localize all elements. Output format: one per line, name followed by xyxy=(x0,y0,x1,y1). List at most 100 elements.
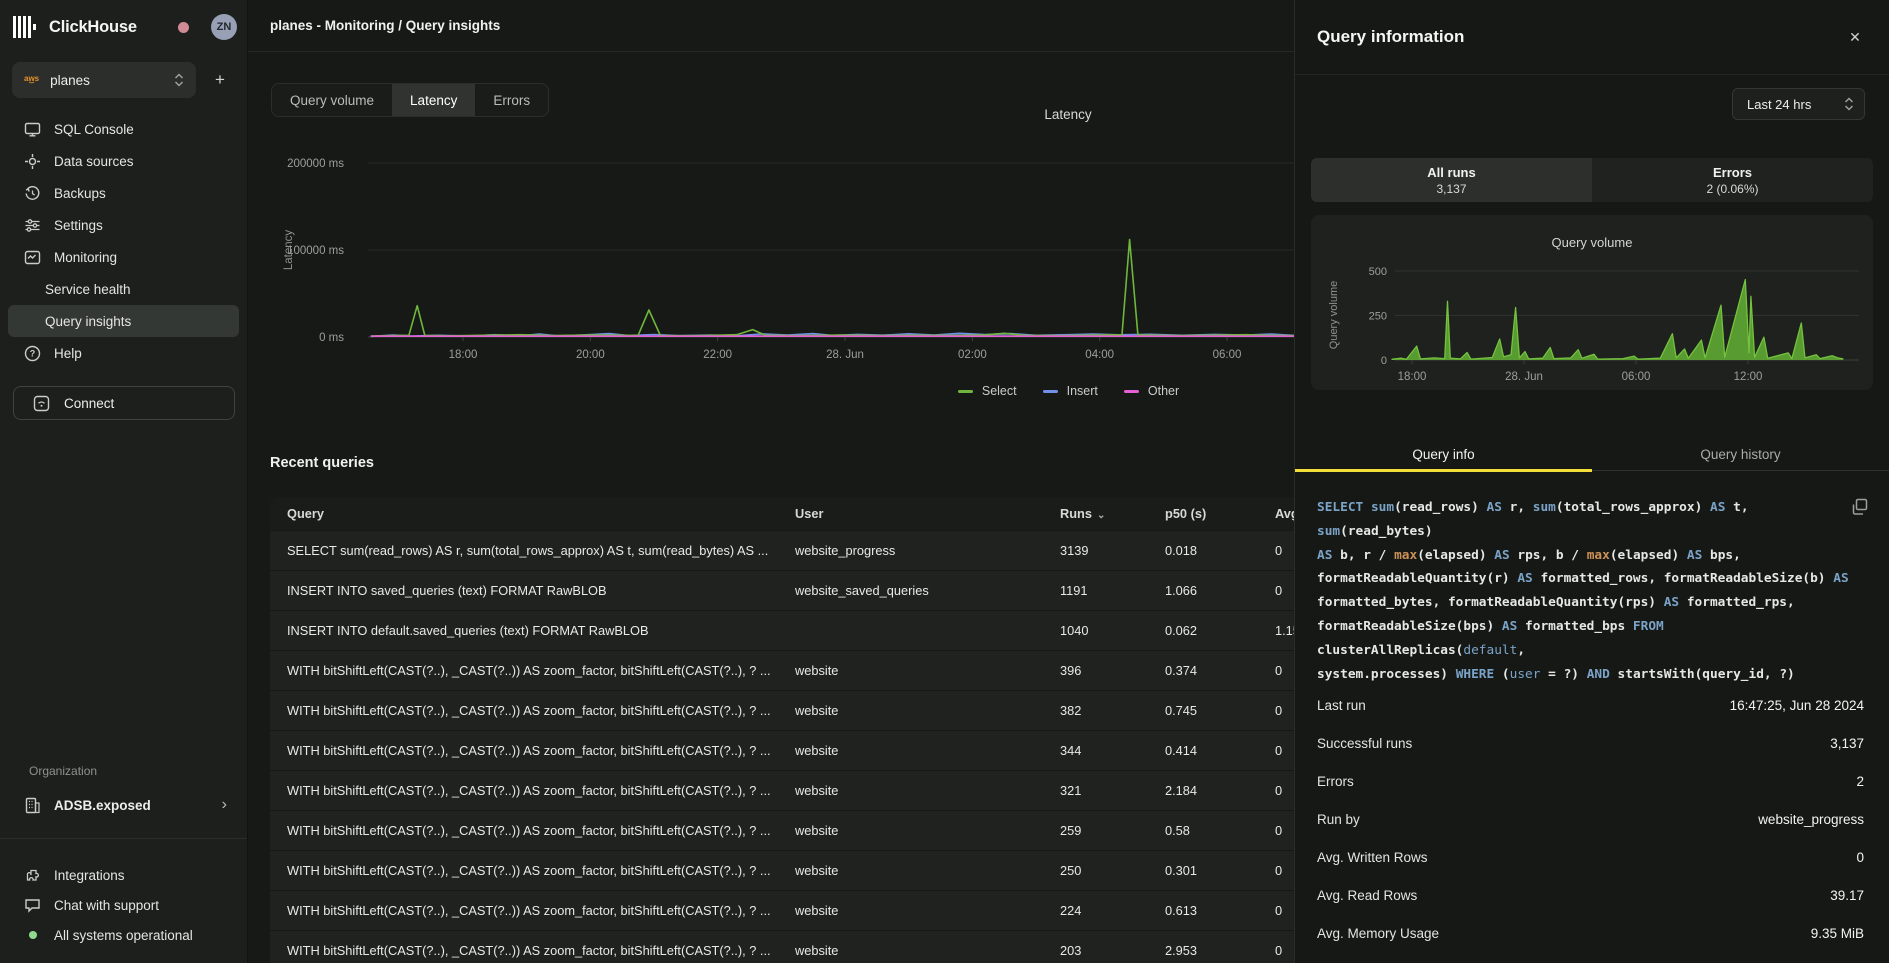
p50-cell: 0.58 xyxy=(1165,823,1275,838)
svg-text:28. Jun: 28. Jun xyxy=(826,349,864,361)
sql-code: SELECT sum(read_rows) AS r, sum(total_ro… xyxy=(1317,496,1865,686)
sidebar-item-chat-with-support[interactable]: Chat with support xyxy=(8,890,239,920)
sidebar-item-all-systems-operational[interactable]: All systems operational xyxy=(8,920,239,950)
user-cell: website xyxy=(795,903,1060,918)
sidebar-item-label: All systems operational xyxy=(54,928,193,943)
column-header-user[interactable]: User xyxy=(795,506,1060,521)
organization-switcher[interactable]: ADSB.exposed › xyxy=(8,788,239,822)
tab-query-info[interactable]: Query info xyxy=(1295,438,1592,470)
legend-item-select[interactable]: Select xyxy=(958,384,1017,398)
user-cell: website_saved_queries xyxy=(795,583,1060,598)
stat-row-run-by: Run bywebsite_progress xyxy=(1317,800,1864,838)
sidebar-nav: SQL Console Data sources BackupsSettingsMo… xyxy=(8,113,239,369)
summary-tab-label: All runs xyxy=(1427,165,1475,180)
sidebar-item-sql-console[interactable]: SQL Console xyxy=(8,113,239,145)
backups-icon xyxy=(24,185,41,202)
close-icon[interactable]: ✕ xyxy=(1841,23,1869,51)
sidebar-item-query-insights[interactable]: Query insights xyxy=(8,305,239,337)
connect-label: Connect xyxy=(64,396,114,411)
query-information-panel: Query information ✕ Last 24 hrs All runs… xyxy=(1294,0,1889,963)
stat-value: 0 xyxy=(1856,850,1864,865)
organization-heading: Organization xyxy=(29,764,97,778)
stat-value: 16:47:25, Jun 28 2024 xyxy=(1730,698,1864,713)
user-cell: website xyxy=(795,823,1060,838)
legend-label: Other xyxy=(1148,384,1179,398)
sidebar-item-help[interactable]: ?Help xyxy=(8,337,239,369)
stat-label: Avg. Written Rows xyxy=(1317,850,1428,865)
time-range-selector[interactable]: Last 24 hrs xyxy=(1732,88,1865,120)
stat-label: Last run xyxy=(1317,698,1366,713)
p50-cell: 0.745 xyxy=(1165,703,1275,718)
sidebar-item-label: Data sources xyxy=(54,154,134,169)
query-volume-chart: Query volume0250500Query volume18:0028. … xyxy=(1311,215,1873,390)
summary-tab-value: 2 (0.06%) xyxy=(1706,182,1758,196)
column-header-p50-s-[interactable]: p50 (s) xyxy=(1165,506,1275,521)
stat-row-last-run: Last run 16:47:25, Jun 28 2024 xyxy=(1317,686,1864,724)
sidebar-item-data-sources[interactable]: Data sources xyxy=(8,145,239,177)
svg-text:04:00: 04:00 xyxy=(1085,349,1114,361)
summary-tab-all-runs[interactable]: All runs3,137 xyxy=(1311,158,1592,202)
legend-item-insert[interactable]: Insert xyxy=(1043,384,1098,398)
brand-row: ClickHouse ZN xyxy=(13,11,237,43)
sql-code-block: SELECT sum(read_rows) AS r, sum(total_ro… xyxy=(1317,496,1865,686)
tab-query-history[interactable]: Query history xyxy=(1592,438,1889,470)
connect-button[interactable]: Connect xyxy=(13,386,235,420)
copy-icon[interactable] xyxy=(1851,498,1869,516)
sidebar-item-monitoring[interactable]: Monitoring xyxy=(8,241,239,273)
legend-label: Select xyxy=(982,384,1017,398)
settings-icon xyxy=(24,217,41,234)
column-header-runs[interactable]: Runs⌄ xyxy=(1060,506,1165,521)
sidebar-item-label: Query insights xyxy=(45,314,131,329)
service-selector[interactable]: aws⌣ planes xyxy=(12,62,196,98)
console-icon xyxy=(24,121,41,138)
user-cell: website xyxy=(795,863,1060,878)
p50-cell: 0.613 xyxy=(1165,903,1275,918)
stat-value: 39.17 xyxy=(1830,888,1864,903)
svg-text:28. Jun: 28. Jun xyxy=(1505,371,1543,383)
clickhouse-logo-icon xyxy=(13,16,40,38)
summary-tab-errors[interactable]: Errors2 (0.06%) xyxy=(1592,158,1873,202)
sidebar-item-backups[interactable]: Backups xyxy=(8,177,239,209)
user-cell: website xyxy=(795,783,1060,798)
time-range-value: Last 24 hrs xyxy=(1747,97,1844,112)
app: ClickHouse ZN aws⌣ planes + SQL Console D… xyxy=(0,0,1889,963)
sidebar-item-label: Integrations xyxy=(54,868,125,883)
stat-label: Successful runs xyxy=(1317,736,1412,751)
runs-cell: 1191 xyxy=(1060,583,1165,598)
stat-value: 9.35 MiB xyxy=(1811,926,1864,941)
stat-row-successful-runs: Successful runs3,137 xyxy=(1317,724,1864,762)
user-cell: website xyxy=(795,663,1060,678)
svg-text:Latency: Latency xyxy=(1044,107,1092,122)
stat-label: Avg. Memory Usage xyxy=(1317,926,1439,941)
sidebar-item-integrations[interactable]: Integrations xyxy=(8,860,239,890)
legend-item-other[interactable]: Other xyxy=(1124,384,1179,398)
svg-text:100000 ms: 100000 ms xyxy=(287,245,344,257)
sidebar-item-service-health[interactable]: Service health xyxy=(8,273,239,305)
sidebar-footer: Integrations Chat with support All systems… xyxy=(8,860,239,950)
service-name: planes xyxy=(50,73,174,88)
stat-label: Avg. Read Rows xyxy=(1317,888,1417,903)
panel-title: Query information xyxy=(1317,27,1841,47)
legend-label: Insert xyxy=(1067,384,1098,398)
sidebar-item-label: SQL Console xyxy=(54,122,134,137)
legend-swatch xyxy=(958,390,973,393)
chevron-updown-icon xyxy=(1844,97,1854,111)
svg-text:20:00: 20:00 xyxy=(576,349,605,361)
stat-row-avg-written-rows: Avg. Written Rows 0 xyxy=(1317,838,1864,876)
stat-row-avg-read-rows: Avg. Read Rows 39.17 xyxy=(1317,876,1864,914)
runs-errors-tabs: All runs3,137Errors2 (0.06%) xyxy=(1311,158,1873,202)
svg-text:06:00: 06:00 xyxy=(1213,349,1242,361)
query-volume-card: Query volume0250500Query volume18:0028. … xyxy=(1311,215,1873,390)
chat-icon xyxy=(24,897,41,914)
svg-text:02:00: 02:00 xyxy=(958,349,987,361)
column-header-query[interactable]: Query xyxy=(287,506,795,521)
p50-cell: 0.018 xyxy=(1165,543,1275,558)
query-cell: WITH bitShiftLeft(CAST(?..), _CAST(?..))… xyxy=(287,863,795,878)
svg-text:?: ? xyxy=(30,348,36,358)
sidebar-item-settings[interactable]: Settings xyxy=(8,209,239,241)
svg-text:Latency: Latency xyxy=(283,230,295,271)
runs-cell: 344 xyxy=(1060,743,1165,758)
user-avatar[interactable]: ZN xyxy=(211,14,237,40)
add-service-button[interactable]: + xyxy=(208,68,232,92)
aws-icon: aws⌣ xyxy=(24,76,39,85)
